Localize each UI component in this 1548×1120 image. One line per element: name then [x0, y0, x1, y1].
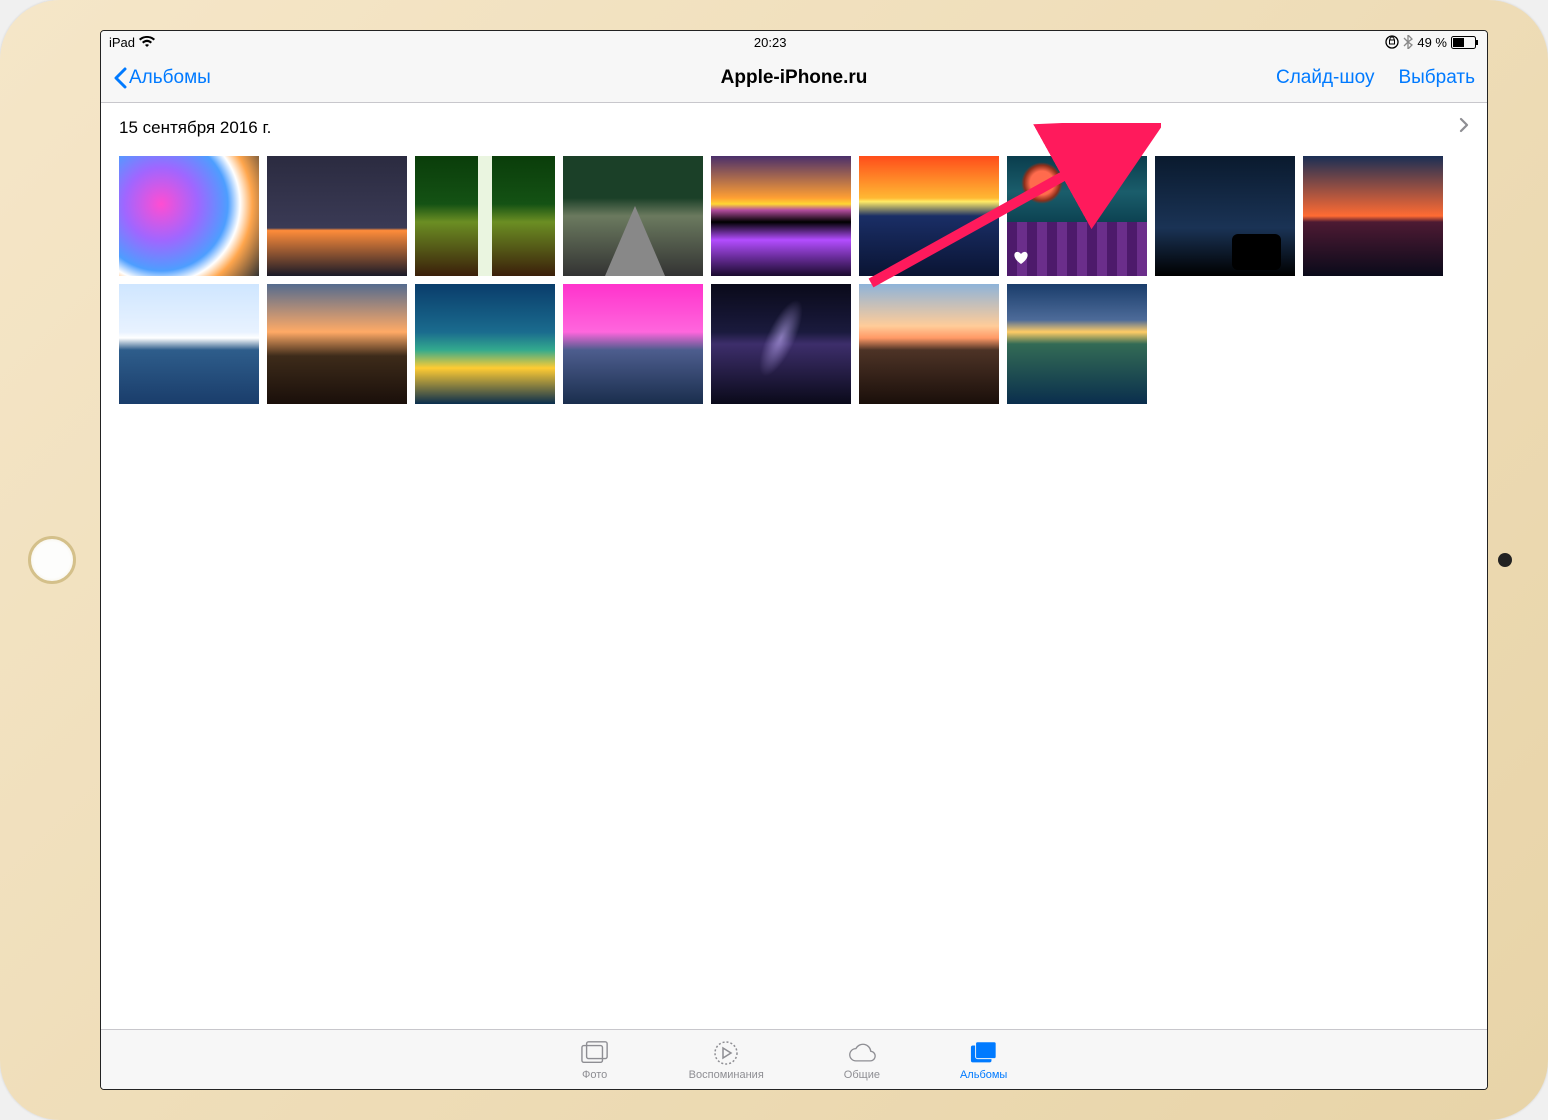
albums-icon — [970, 1039, 998, 1067]
memories-icon — [712, 1039, 740, 1067]
tab-photos[interactable]: Фото — [581, 1039, 609, 1081]
wifi-icon — [139, 36, 155, 48]
photo-thumbnail[interactable] — [415, 156, 555, 276]
tab-shared[interactable]: Общие — [844, 1039, 880, 1081]
heart-icon — [1013, 251, 1029, 270]
chevron-left-icon — [113, 67, 127, 89]
status-bar: iPad 20:23 49 % — [101, 31, 1487, 53]
photo-thumbnail[interactable] — [267, 284, 407, 404]
photos-icon — [581, 1039, 609, 1067]
chevron-right-icon — [1459, 117, 1469, 133]
section-header: 15 сентября 2016 г. — [119, 117, 1469, 138]
back-label: Альбомы — [129, 67, 211, 89]
photo-thumbnail[interactable] — [711, 156, 851, 276]
photo-thumbnail[interactable] — [1155, 156, 1295, 276]
section-date: 15 сентября 2016 г. — [119, 118, 271, 138]
photo-thumbnail[interactable] — [859, 156, 999, 276]
photo-thumbnail[interactable] — [563, 284, 703, 404]
tab-albums[interactable]: Альбомы — [960, 1039, 1007, 1081]
battery-pct: 49 % — [1417, 35, 1447, 50]
photo-thumbnail[interactable] — [711, 284, 851, 404]
photo-thumbnail[interactable] — [267, 156, 407, 276]
ipad-frame: iPad 20:23 49 % — [0, 0, 1548, 1120]
slideshow-button[interactable]: Слайд-шоу — [1276, 67, 1375, 89]
tab-label: Воспоминания — [689, 1069, 764, 1081]
photo-thumbnail[interactable] — [859, 284, 999, 404]
section-detail-button[interactable] — [1459, 117, 1469, 138]
status-time: 20:23 — [754, 35, 787, 50]
front-camera — [1498, 553, 1512, 567]
battery-icon — [1451, 36, 1479, 49]
tab-label: Фото — [582, 1069, 607, 1081]
select-button[interactable]: Выбрать — [1398, 67, 1475, 89]
photo-thumbnail[interactable] — [563, 156, 703, 276]
nav-bar: Альбомы Apple-iPhone.ru Слайд-шоу Выбрат… — [101, 53, 1487, 103]
photo-grid — [119, 156, 1469, 404]
cloud-icon — [848, 1039, 876, 1067]
bluetooth-icon — [1403, 35, 1413, 49]
photo-thumbnail[interactable] — [119, 284, 259, 404]
tab-memories[interactable]: Воспоминания — [689, 1039, 764, 1081]
screen: iPad 20:23 49 % — [100, 30, 1488, 1090]
device-label: iPad — [109, 35, 135, 50]
tab-label: Общие — [844, 1069, 880, 1081]
tab-bar: Фото Воспоминания Общие Альбомы — [101, 1029, 1487, 1089]
photo-thumbnail[interactable] — [1007, 156, 1147, 276]
back-button[interactable]: Альбомы — [113, 67, 211, 89]
album-content: 15 сентября 2016 г. — [101, 103, 1487, 1029]
page-title: Apple-iPhone.ru — [721, 67, 868, 89]
photo-thumbnail[interactable] — [1007, 284, 1147, 404]
photo-thumbnail[interactable] — [415, 284, 555, 404]
tab-label: Альбомы — [960, 1069, 1007, 1081]
home-button[interactable] — [28, 536, 76, 584]
photo-thumbnail[interactable] — [1303, 156, 1443, 276]
orientation-lock-icon — [1385, 35, 1399, 49]
photo-thumbnail[interactable] — [119, 156, 259, 276]
